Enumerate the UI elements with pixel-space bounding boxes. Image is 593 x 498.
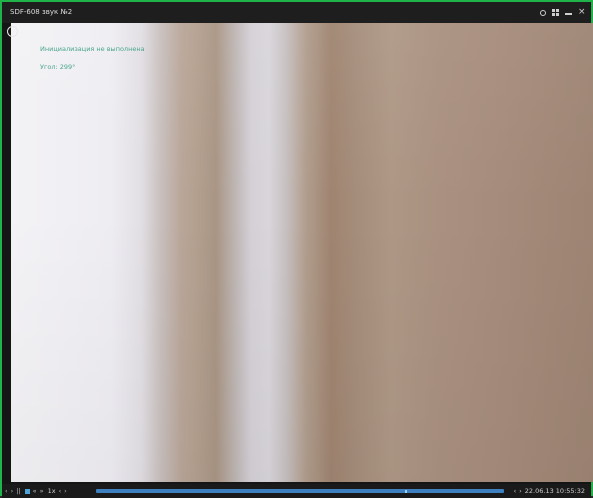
gear-icon[interactable] <box>540 9 546 16</box>
angle-text: Угол: 299° <box>40 63 76 71</box>
close-icon[interactable]: × <box>578 8 586 17</box>
window-title: SDF-608 звук №2 <box>10 8 73 16</box>
video-window: SDF-608 звук №2 × Инициализация не выпол… <box>0 0 593 498</box>
window-controls: × <box>540 2 586 23</box>
nav-left-button[interactable]: ‹ <box>514 487 517 495</box>
timeline-marker[interactable] <box>405 490 407 493</box>
stop-icon[interactable] <box>24 488 30 494</box>
layout-icon[interactable] <box>552 9 559 16</box>
timestamp: 22.06.13 10:55:32 <box>524 487 585 495</box>
nav-right-button[interactable]: › <box>519 487 522 495</box>
window-titlebar[interactable]: SDF-608 звук №2 × <box>2 2 591 23</box>
video-feed[interactable] <box>11 23 593 482</box>
camera-status-icon[interactable] <box>7 26 18 37</box>
minimize-icon[interactable] <box>565 13 572 15</box>
timeline-slider[interactable] <box>96 489 504 493</box>
init-status-text: Инициализация не выполнена <box>40 45 145 53</box>
video-shading <box>11 23 593 482</box>
